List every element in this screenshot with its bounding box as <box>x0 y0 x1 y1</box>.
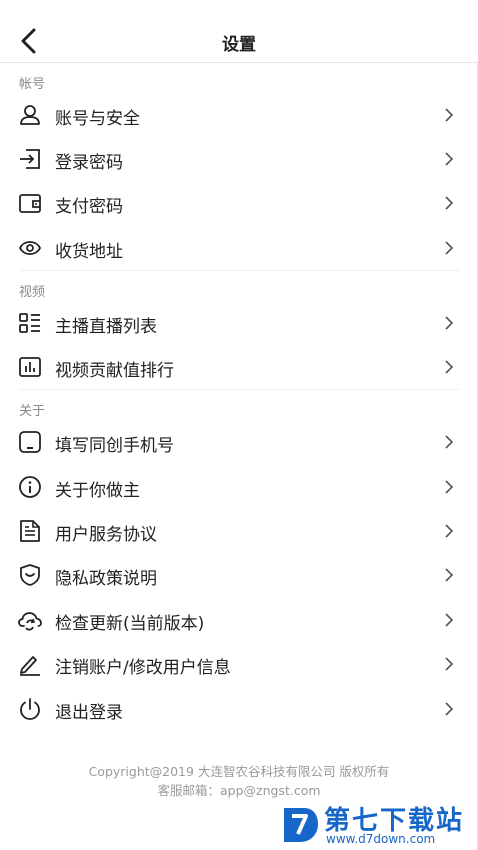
user-icon <box>18 103 42 127</box>
bar-chart-icon <box>18 355 42 379</box>
page-title: 设置 <box>222 35 256 55</box>
login-icon <box>18 147 42 171</box>
phone-icon <box>18 430 42 454</box>
settings-item-label: 登录密码 <box>55 153 123 173</box>
settings-item-label: 主播直播列表 <box>55 317 157 337</box>
chevron-right-icon <box>442 565 456 585</box>
wallet-icon <box>18 191 42 215</box>
settings-item-label: 注销账户/修改用户信息 <box>55 658 231 678</box>
settings-item-label: 支付密码 <box>55 197 123 217</box>
settings-item-label: 隐私政策说明 <box>55 569 157 589</box>
chevron-right-icon <box>442 610 456 630</box>
document-icon <box>18 519 42 543</box>
section-label-video: 视频 <box>19 285 46 300</box>
chevron-right-icon <box>442 313 456 333</box>
section-divider <box>19 389 459 390</box>
watermark-url: www.d7down.com <box>326 832 436 846</box>
settings-item-label: 检查更新(当前版本) <box>55 614 205 634</box>
settings-item-about[interactable]: 关于你做主 <box>0 464 478 508</box>
cloud-refresh-icon <box>18 608 42 632</box>
section-divider <box>19 270 459 271</box>
chevron-right-icon <box>442 193 456 213</box>
settings-item-privacy-policy[interactable]: 隐私政策说明 <box>0 552 478 596</box>
header-bar: 设置 <box>0 0 478 63</box>
settings-item-edit-account[interactable]: 注销账户/修改用户信息 <box>0 641 478 685</box>
settings-item-phone-number[interactable]: 填写同创手机号 <box>0 419 478 463</box>
settings-item-shipping-address[interactable]: 收货地址 <box>0 225 478 269</box>
settings-item-label: 用户服务协议 <box>55 525 157 545</box>
chevron-right-icon <box>442 477 456 497</box>
watermark-logo-icon <box>284 808 318 842</box>
settings-item-video-ranking[interactable]: 视频贡献值排行 <box>0 344 478 388</box>
pen-icon <box>18 652 42 676</box>
settings-item-label: 退出登录 <box>55 703 123 723</box>
chevron-right-icon <box>442 432 456 452</box>
section-label-account: 帐号 <box>19 77 46 92</box>
settings-item-payment-password[interactable]: 支付密码 <box>0 180 478 224</box>
settings-item-label: 关于你做主 <box>55 481 140 501</box>
settings-item-streamer-list[interactable]: 主播直播列表 <box>0 300 478 344</box>
list-grid-icon <box>18 311 42 335</box>
section-label-about: 关于 <box>19 404 46 419</box>
settings-item-user-agreement[interactable]: 用户服务协议 <box>0 508 478 552</box>
chevron-right-icon <box>442 105 456 125</box>
settings-item-label: 填写同创手机号 <box>55 436 174 456</box>
footer-service-email: 客服邮箱：app@zngst.com <box>157 783 321 798</box>
info-icon <box>18 475 42 499</box>
chevron-right-icon <box>442 699 456 719</box>
settings-item-label: 收货地址 <box>55 242 123 262</box>
power-icon <box>18 697 42 721</box>
chevron-right-icon <box>442 521 456 541</box>
settings-item-account-security[interactable]: 账号与安全 <box>0 92 478 136</box>
settings-item-check-update[interactable]: 检查更新(当前版本) <box>0 597 478 641</box>
chevron-right-icon <box>442 238 456 258</box>
settings-item-label: 账号与安全 <box>55 109 140 129</box>
chevron-right-icon <box>442 654 456 674</box>
settings-item-logout[interactable]: 退出登录 <box>0 686 478 730</box>
location-icon <box>18 236 42 260</box>
chevron-right-icon <box>442 357 456 377</box>
chevron-right-icon <box>442 149 456 169</box>
shield-icon <box>18 563 42 587</box>
settings-item-login-password[interactable]: 登录密码 <box>0 136 478 180</box>
footer-copyright: Copyright@2019 大连智农谷科技有限公司 版权所有 <box>88 764 390 779</box>
settings-item-label: 视频贡献值排行 <box>55 361 174 381</box>
watermark: 第七下载站 www.d7down.com <box>280 800 476 848</box>
